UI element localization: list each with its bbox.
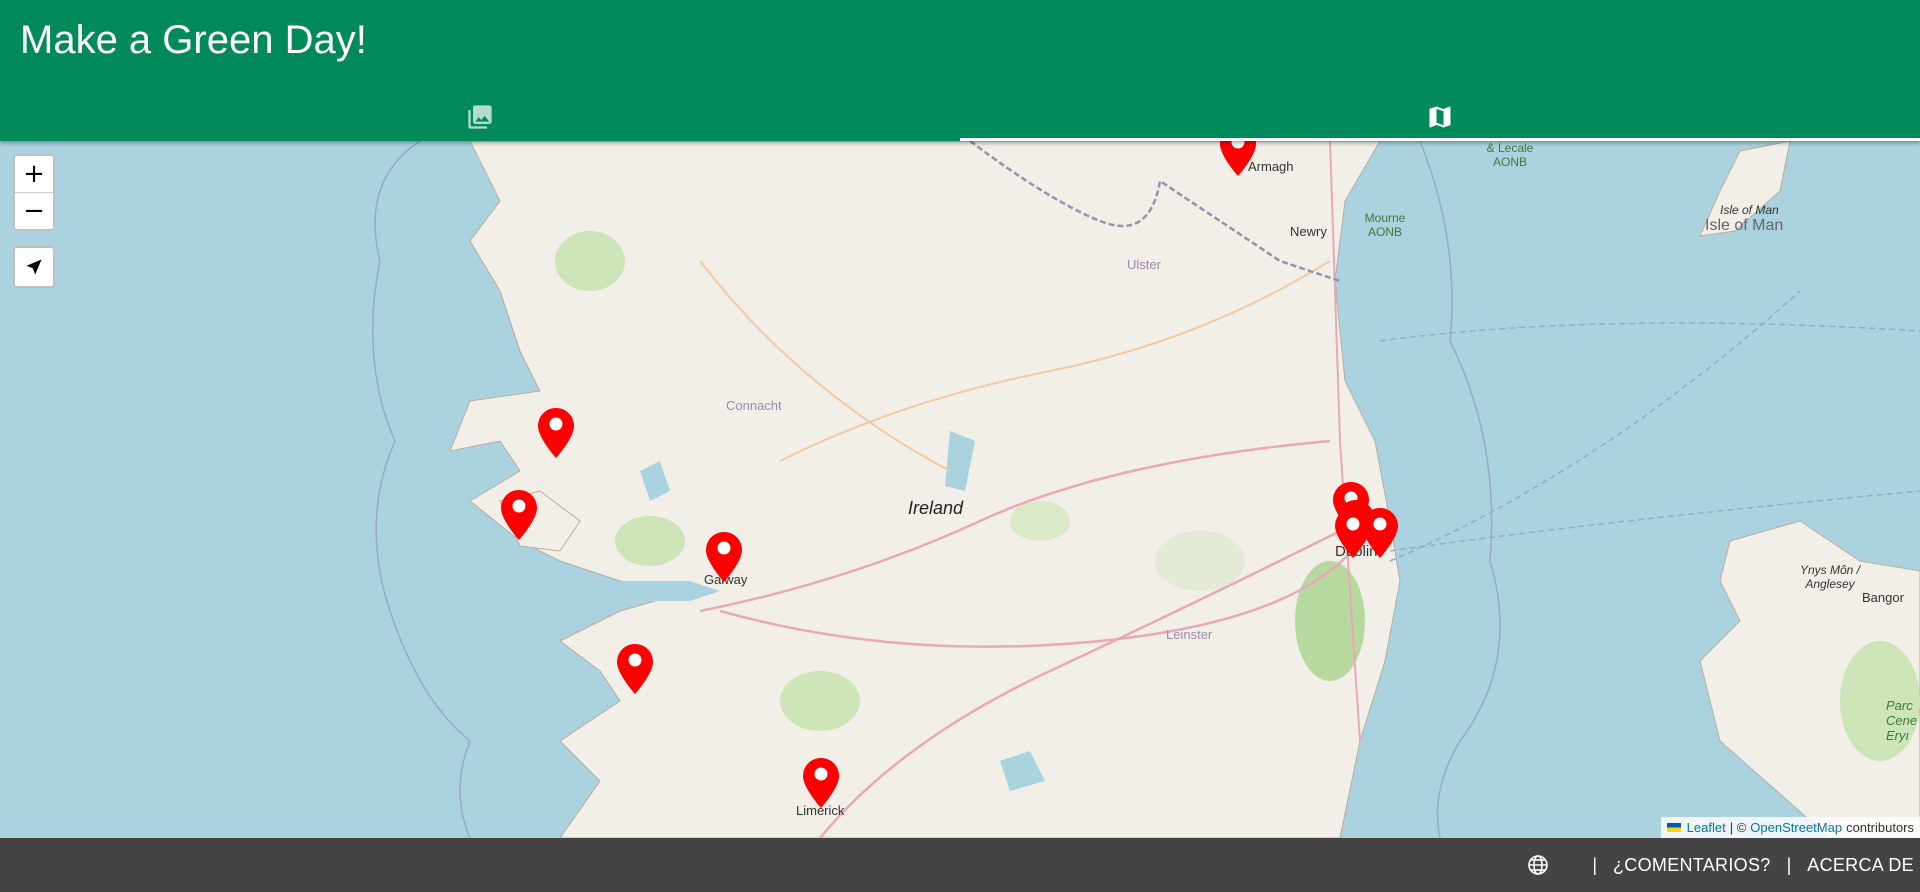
map-label-ulster: Ulster [1127,257,1161,272]
map-marker-limerick[interactable] [803,758,839,808]
zoom-in-button[interactable]: + [15,156,53,192]
map-label-lecale: & Lecale AONB [1486,141,1534,169]
map-label-newry: Newry [1290,224,1327,239]
map-label-isle-of-man-small: Isle of Man [1720,203,1779,217]
attribution-suffix: contributors [1846,820,1914,835]
about-link[interactable]: ACERCA DE [1807,855,1914,876]
photo-library-icon [468,104,492,129]
map-tiles [0,141,1920,838]
navigation-arrow-icon [26,259,42,275]
map-attribution: Leaflet | © OpenStreetMap contributors [1660,817,1920,838]
map-marker-3[interactable] [617,644,653,694]
feedback-link[interactable]: ¿COMENTARIOS? [1613,855,1771,876]
map-label-bangor: Bangor [1862,590,1904,605]
map-icon [1429,106,1451,127]
leaflet-link[interactable]: Leaflet [1687,820,1726,835]
app-header: Make a Green Day! [0,0,1920,141]
map-label-isle-of-man: Isle of Man [1705,217,1784,234]
map-view[interactable]: Armagh Newry Ulster Mourne AONB & Lecale… [0,141,1920,838]
app-title: Make a Green Day! [20,18,367,62]
map-label-parc: Parc Cene Eryı [1886,698,1918,743]
map-marker-1[interactable] [538,408,574,458]
footer-bar: | ¿COMENTARIOS? | ACERCA DE [0,838,1920,892]
tab-bar [0,92,1920,141]
footer-separator: | [1592,854,1597,875]
map-label-ynys-mon: Ynys Môn / Anglesey [1799,563,1861,591]
ukraine-flag-icon [1666,823,1681,832]
footer-separator: | [1786,854,1792,875]
map-label-mourne: Mourne AONB [1364,211,1406,239]
map-label-ireland: Ireland [908,498,964,518]
map-marker-galway[interactable] [706,532,742,582]
zoom-control: + − [13,154,55,231]
map-marker-dublin-4[interactable] [1335,508,1371,558]
locate-button[interactable] [13,246,55,288]
map-label-connacht: Connacht [726,398,782,413]
openstreetmap-link[interactable]: OpenStreetMap [1750,820,1842,835]
attribution-separator: | © [1729,820,1747,835]
zoom-out-button[interactable]: − [15,192,53,229]
tab-gallery[interactable] [0,92,960,141]
language-globe-icon[interactable] [1526,853,1550,877]
map-label-leinster: Leinster [1166,627,1213,642]
map-marker-2[interactable] [501,490,537,540]
tab-map[interactable] [960,92,1920,141]
